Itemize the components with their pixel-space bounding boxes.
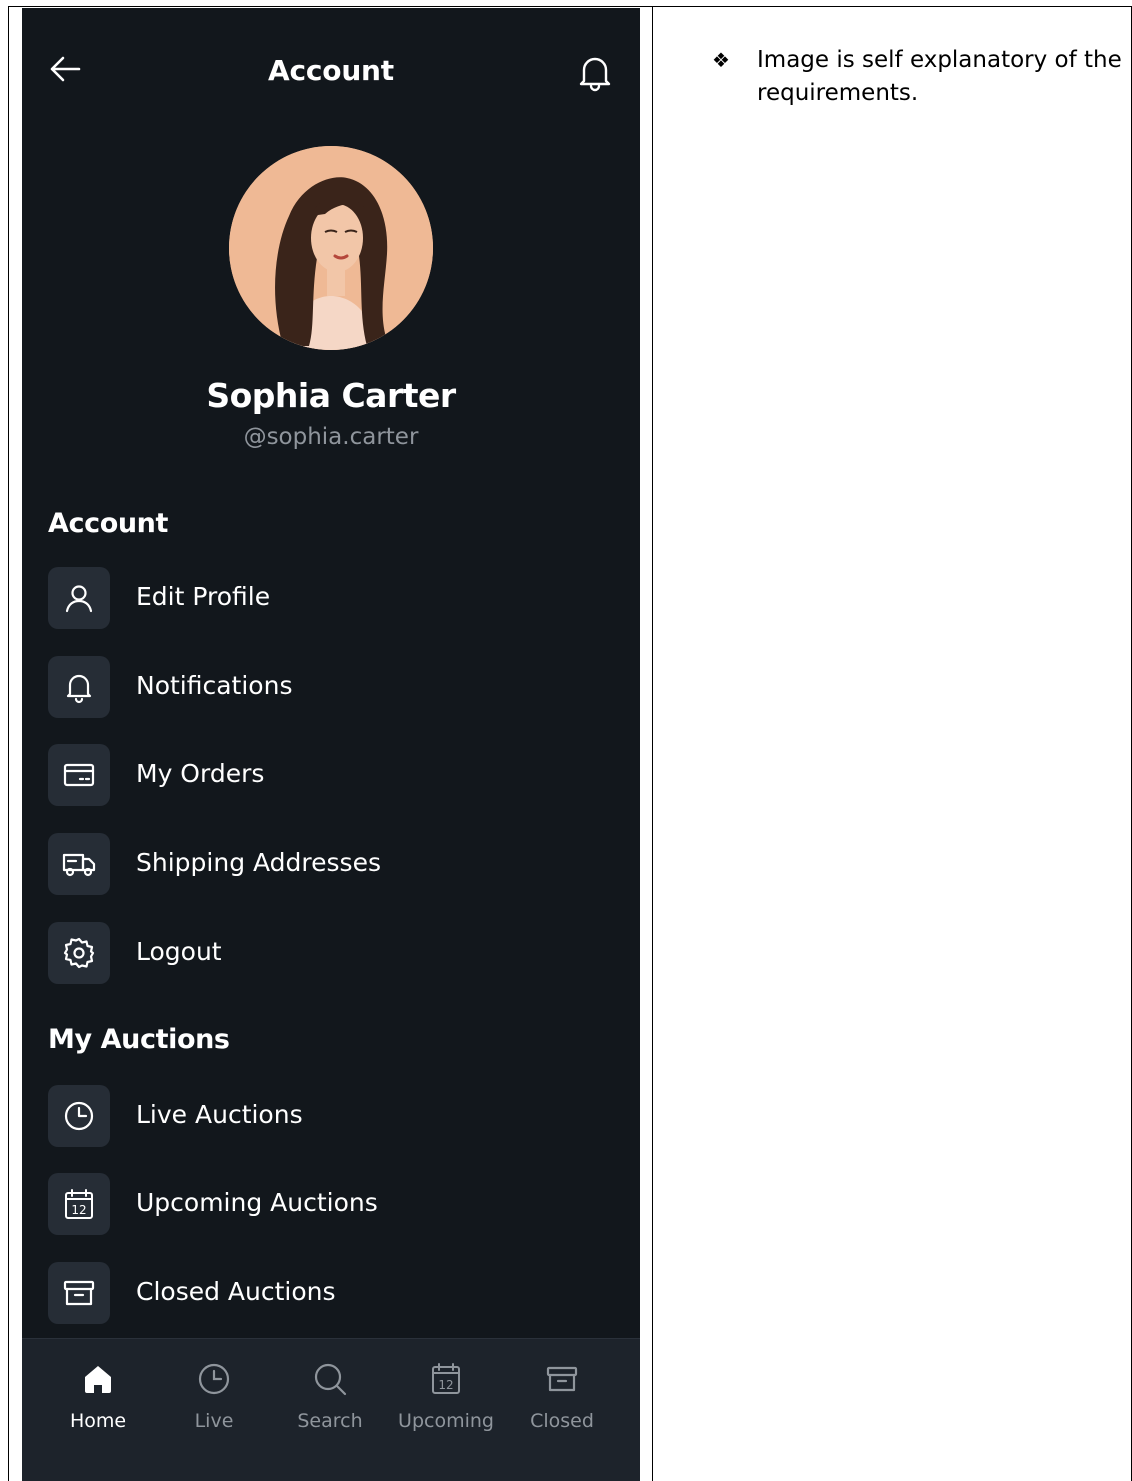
menu-item-label: Live Auctions (136, 1100, 303, 1129)
menu-item-label: Logout (136, 937, 222, 966)
menu-item-logout[interactable]: Logout (48, 922, 608, 984)
clock-icon (198, 1363, 230, 1395)
truck-icon (48, 833, 110, 895)
nav-tab-home[interactable]: Home (40, 1361, 156, 1441)
avatar-illustration (229, 146, 433, 350)
notification-bell-icon[interactable] (576, 52, 614, 92)
bottom-navigation-bar: Home Live Search 12 Upcoming Closed (22, 1338, 640, 1481)
top-app-bar: Account (22, 8, 640, 138)
archive-icon (48, 1262, 110, 1324)
user-icon (48, 567, 110, 629)
menu-item-label: Shipping Addresses (136, 848, 381, 877)
profile-name: Sophia Carter (206, 376, 456, 415)
calendar-icon: 12 (48, 1173, 110, 1235)
menu-item-edit-profile[interactable]: Edit Profile (48, 567, 608, 629)
section-title-my-auctions: My Auctions (48, 1024, 230, 1055)
calendar-day: 12 (438, 1378, 453, 1392)
menu-item-shipping-addresses[interactable]: Shipping Addresses (48, 833, 608, 895)
menu-item-notifications[interactable]: Notifications (48, 656, 608, 718)
nav-tab-closed[interactable]: Closed (504, 1361, 620, 1441)
nav-label: Live (194, 1410, 234, 1432)
menu-item-label: Closed Auctions (136, 1277, 336, 1306)
nav-label: Closed (530, 1410, 594, 1432)
phone-screen: Account Sophia Carter @sophia.carter Acc… (22, 8, 640, 1481)
calendar-day: 12 (71, 1203, 86, 1217)
clock-icon (48, 1085, 110, 1147)
search-icon (314, 1363, 347, 1396)
bell-icon (48, 656, 110, 718)
nav-label: Search (297, 1410, 363, 1432)
page-title: Account (268, 54, 394, 87)
menu-item-upcoming-auctions[interactable]: 12 Upcoming Auctions (48, 1173, 608, 1235)
table-column-divider (652, 6, 653, 1481)
nav-tab-search[interactable]: Search (272, 1361, 388, 1441)
nav-label: Home (69, 1410, 127, 1432)
note-bullet: ❖ (712, 48, 730, 72)
calendar-icon: 12 (432, 1363, 460, 1394)
menu-item-live-auctions[interactable]: Live Auctions (48, 1085, 608, 1147)
menu-item-my-orders[interactable]: My Orders (48, 744, 608, 806)
avatar[interactable] (229, 146, 433, 350)
menu-item-label: My Orders (136, 759, 265, 788)
menu-item-label: Notifications (136, 671, 293, 700)
section-title-account: Account (48, 508, 169, 539)
gear-icon (48, 922, 110, 984)
note-text: Image is self explanatory of the require… (757, 47, 1122, 106)
archive-icon (546, 1366, 578, 1392)
profile-handle: @sophia.carter (243, 424, 419, 450)
home-icon (85, 1366, 111, 1393)
nav-label: Upcoming (398, 1410, 494, 1432)
menu-item-label: Upcoming Auctions (136, 1188, 378, 1217)
menu-item-closed-auctions[interactable]: Closed Auctions (48, 1262, 608, 1324)
menu-item-label: Edit Profile (136, 582, 271, 611)
card-icon (48, 744, 110, 806)
nav-tab-live[interactable]: Live (156, 1361, 272, 1441)
nav-tab-upcoming[interactable]: 12 Upcoming (388, 1361, 504, 1441)
